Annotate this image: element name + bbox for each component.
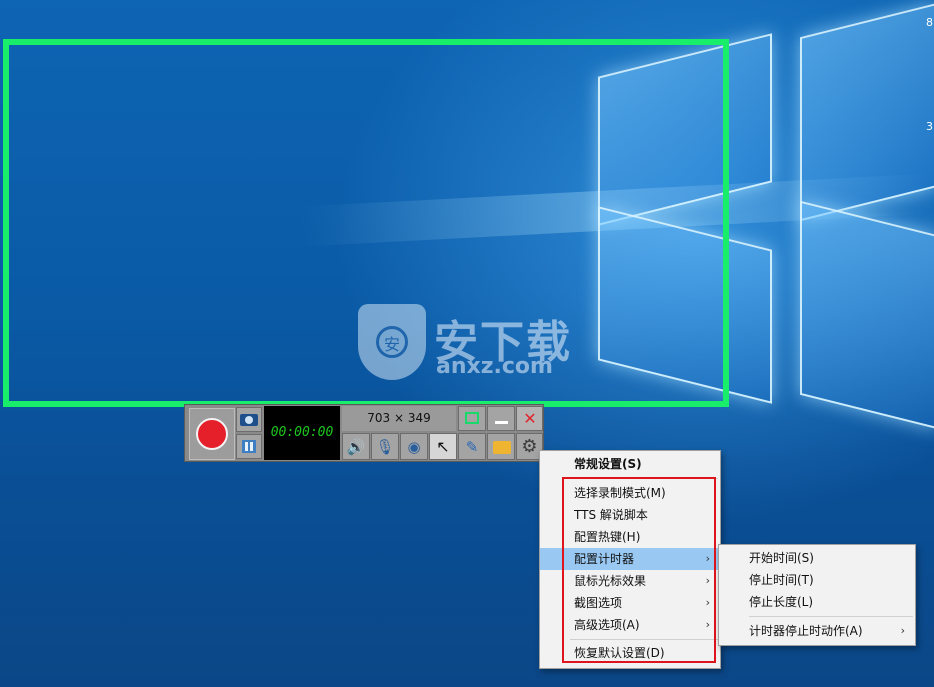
submenu-item-label: 开始时间(S) — [749, 551, 814, 565]
watermark-logo: 安 安下载 anxz.com — [358, 304, 578, 384]
minimize-icon — [495, 421, 508, 424]
menu-item-general-settings[interactable]: 常规设置(S) — [540, 453, 720, 475]
shield-icon: 安 — [358, 304, 426, 380]
recorder-toolbar: 00:00:00 703 × 349 ✕ 🔊 🎙 ◉ ↖ ✎ ⚙ — [184, 404, 544, 462]
webcam-button[interactable]: ◉ — [400, 433, 428, 460]
microphone-icon: 🎙 — [375, 438, 395, 456]
menu-item-label: 常规设置(S) — [574, 457, 642, 471]
submenu-item-start-time[interactable]: 开始时间(S) — [719, 547, 915, 569]
cursor-icon: ↖ — [436, 437, 450, 456]
desktop-edge-text: 8 — [926, 16, 933, 29]
pause-icon — [242, 440, 256, 453]
speaker-button[interactable]: 🔊 — [342, 433, 370, 460]
pause-button[interactable] — [236, 434, 262, 459]
watermark-url-text: anxz.com — [436, 354, 553, 379]
submenu-item-stop-length[interactable]: 停止长度(L) — [719, 591, 915, 613]
submenu-item-label: 停止长度(L) — [749, 595, 814, 609]
frame-icon — [465, 412, 479, 424]
menu-separator — [749, 616, 913, 617]
minimize-button[interactable] — [487, 406, 515, 431]
open-folder-button[interactable] — [487, 433, 515, 460]
show-frame-button[interactable] — [458, 406, 486, 431]
submenu-item-stop-time[interactable]: 停止时间(T) — [719, 569, 915, 591]
speaker-icon: 🔊 — [346, 438, 366, 456]
camera-icon — [240, 414, 258, 426]
close-icon: ✕ — [523, 409, 537, 428]
cursor-button[interactable]: ↖ — [429, 433, 457, 460]
submenu-item-label: 计时器停止时动作(A) — [749, 624, 863, 638]
pen-button[interactable]: ✎ — [458, 433, 486, 460]
watermark-shield-char: 安 — [376, 326, 408, 358]
pen-icon: ✎ — [465, 438, 479, 456]
window-logo-pane — [800, 2, 934, 222]
close-button[interactable]: ✕ — [516, 406, 543, 431]
desktop-edge-text: 3 — [926, 120, 933, 133]
screenshot-button[interactable] — [236, 407, 262, 432]
record-button[interactable] — [196, 418, 228, 450]
window-logo-pane — [800, 200, 934, 430]
capture-size-label: 703 × 349 — [342, 406, 456, 431]
record-cell — [189, 408, 235, 460]
chevron-right-icon: › — [900, 624, 905, 637]
timer-submenu: 开始时间(S) 停止时间(T) 停止长度(L) 计时器停止时动作(A) › — [718, 544, 916, 646]
folder-icon — [493, 441, 511, 454]
microphone-button[interactable]: 🎙 — [371, 433, 399, 460]
webcam-icon: ◉ — [407, 438, 421, 456]
submenu-item-label: 停止时间(T) — [749, 573, 814, 587]
timer-display: 00:00:00 — [264, 406, 340, 460]
highlight-annotation-box — [562, 477, 716, 663]
submenu-item-timer-stop-action[interactable]: 计时器停止时动作(A) › — [719, 620, 915, 642]
